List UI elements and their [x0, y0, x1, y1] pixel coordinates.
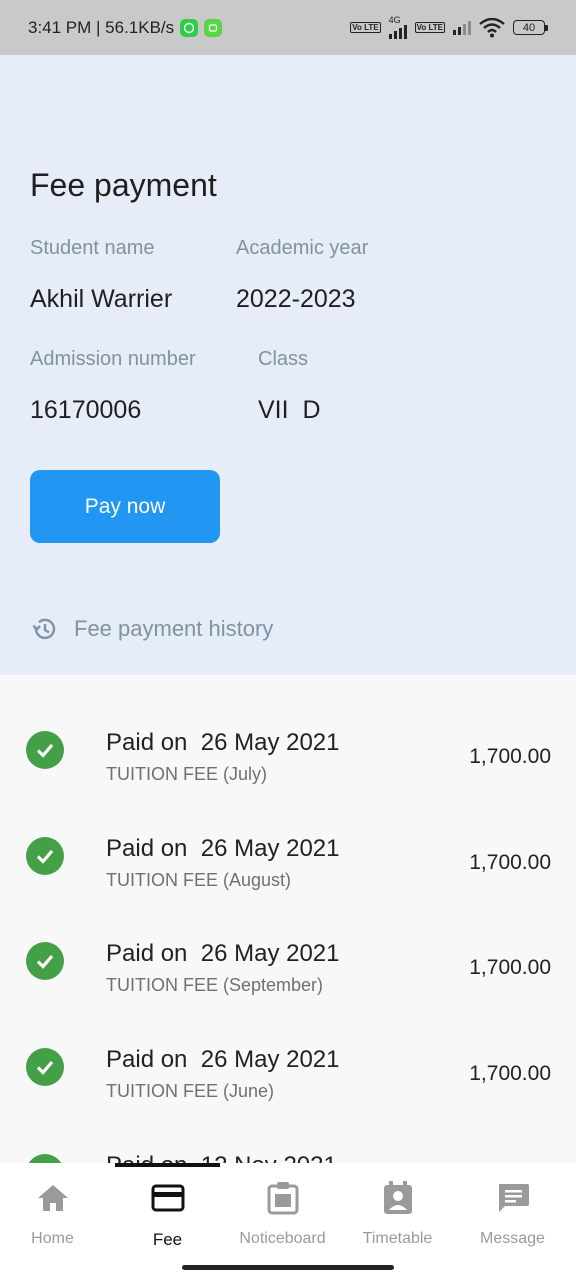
student-name-value: Akhil Warrier	[30, 285, 173, 313]
academic-year-value: 2022-2023	[236, 285, 356, 313]
payment-history-list[interactable]: Paid on 26 May 2021 TUITION FEE (July) 1…	[0, 675, 576, 1163]
fee-description: TUITION FEE (September)	[106, 975, 324, 995]
check-circle-icon	[26, 1048, 64, 1086]
message-icon	[495, 1180, 531, 1216]
pay-now-button[interactable]: Pay now	[30, 470, 220, 543]
fee-description: TUITION FEE (July)	[106, 764, 267, 784]
admission-number-value: 16170006	[30, 396, 142, 424]
page-title: Fee payment	[30, 167, 217, 203]
fee-amount: 1,700.00	[469, 745, 551, 768]
class-value: VII D	[258, 396, 321, 424]
nav-noticeboard[interactable]: Noticeboard	[225, 1163, 340, 1253]
paid-on-text: Paid on 26 May 2021	[106, 1046, 340, 1073]
paid-on-text: Paid on 26 May 2021	[106, 940, 340, 967]
paid-on-text: Paid on 26 May 2021	[106, 729, 340, 756]
paid-on-text: Paid on 12 Nov 2021	[106, 1152, 337, 1163]
network-4g-indicator: 4G	[388, 15, 407, 39]
battery-level: 40	[513, 20, 545, 35]
nav-message[interactable]: Message	[455, 1163, 570, 1253]
status-right: Vo LTE 4G Vo LTE 40	[350, 16, 548, 39]
fee-amount: 1,700.00	[469, 956, 551, 979]
check-circle-icon	[26, 731, 64, 769]
history-label: Fee payment history	[74, 616, 274, 641]
clipboard-icon	[265, 1180, 301, 1216]
battery-icon: 40	[513, 20, 548, 35]
nav-label: Message	[480, 1230, 545, 1247]
volte-icon-2: Vo LTE	[414, 22, 445, 33]
contact-calendar-icon	[380, 1180, 416, 1216]
fee-payment-history-link[interactable]: Fee payment history	[30, 615, 273, 643]
check-circle-icon	[26, 837, 64, 875]
check-circle-icon	[26, 1154, 64, 1163]
nav-label: Timetable	[362, 1230, 433, 1247]
volte-icon: Vo LTE	[350, 22, 381, 33]
admission-number-label: Admission number	[30, 348, 196, 370]
fee-summary-panel: Fee payment Student name Akhil Warrier A…	[0, 55, 576, 675]
payment-row[interactable]: Paid on 26 May 2021 TUITION FEE (Septemb…	[0, 936, 576, 1036]
paid-on-text: Paid on 26 May 2021	[106, 835, 340, 862]
home-icon	[35, 1180, 71, 1216]
network-type: 4G	[388, 15, 401, 25]
class-label: Class	[258, 348, 309, 370]
status-left: 3:41 PM | 56.1KB/s	[28, 17, 223, 38]
fee-amount: 1,700.00	[469, 1062, 551, 1085]
bottom-navigation: Home Fee Noticeboard Timetable Message	[0, 1163, 576, 1280]
payment-row[interactable]: Paid on 12 Nov 2021	[0, 1147, 576, 1163]
wifi-icon	[479, 17, 505, 37]
app-notification-icon	[204, 18, 223, 37]
nav-label: Home	[31, 1230, 74, 1247]
nav-label: Noticeboard	[239, 1230, 326, 1247]
nav-fee[interactable]: Fee	[110, 1163, 225, 1253]
check-circle-icon	[26, 942, 64, 980]
status-time-speed: 3:41 PM | 56.1KB/s	[28, 17, 175, 37]
fee-description: TUITION FEE (August)	[106, 870, 292, 890]
payment-row[interactable]: Paid on 26 May 2021 TUITION FEE (June) 1…	[0, 1041, 576, 1141]
fee-amount: 1,700.00	[469, 851, 551, 874]
nav-label: Fee	[152, 1230, 183, 1249]
signal-icon	[388, 25, 407, 39]
card-icon	[150, 1180, 186, 1216]
academic-year-label: Academic year	[236, 237, 369, 259]
nav-timetable[interactable]: Timetable	[340, 1163, 455, 1253]
gesture-navigation-bar[interactable]	[182, 1265, 394, 1270]
status-bar: 3:41 PM | 56.1KB/s Vo LTE 4G Vo LTE 40	[0, 0, 576, 55]
student-name-label: Student name	[30, 237, 155, 259]
fee-description: TUITION FEE (June)	[106, 1081, 275, 1101]
nav-home[interactable]: Home	[0, 1163, 110, 1253]
signal-icon-2	[453, 20, 471, 35]
history-icon	[32, 618, 56, 640]
payment-row[interactable]: Paid on 26 May 2021 TUITION FEE (July) 1…	[0, 725, 576, 825]
payment-row[interactable]: Paid on 26 May 2021 TUITION FEE (August)…	[0, 830, 576, 930]
whatsapp-notification-icon	[180, 18, 199, 37]
